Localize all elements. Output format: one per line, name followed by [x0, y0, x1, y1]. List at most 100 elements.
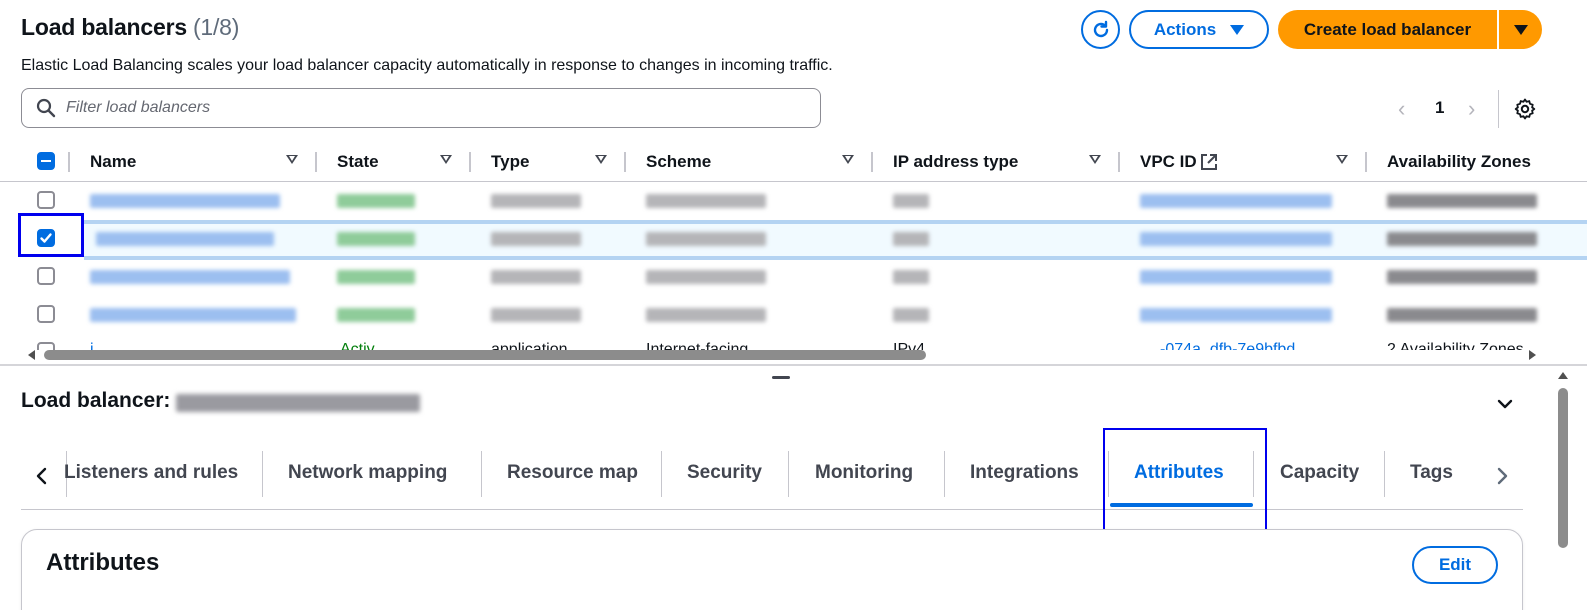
state-badge [337, 194, 415, 208]
tab-integrations[interactable]: Integrations [970, 462, 1079, 484]
sort-icon[interactable] [440, 155, 452, 164]
collapse-panel-button[interactable] [1494, 393, 1516, 415]
attributes-container [21, 529, 1523, 610]
edit-attributes-button[interactable]: Edit [1412, 546, 1498, 584]
vpc-id-link[interactable] [1140, 270, 1332, 284]
sort-icon[interactable] [595, 155, 607, 164]
tab-monitoring[interactable]: Monitoring [815, 462, 913, 484]
column-divider[interactable] [315, 152, 317, 172]
type-cell [491, 270, 581, 284]
vpc-id-link[interactable] [1140, 308, 1332, 322]
divider [1498, 90, 1499, 128]
tab-divider [481, 451, 482, 497]
tab-network-mapping[interactable]: Network mapping [288, 462, 447, 484]
column-header-name[interactable]: Name [90, 152, 136, 172]
split-panel-resize-handle[interactable] [772, 376, 790, 379]
type-cell [491, 194, 581, 208]
scroll-right-arrow[interactable] [1529, 350, 1536, 360]
tabs-scroll-right-button[interactable] [1490, 464, 1514, 488]
sort-icon[interactable] [842, 155, 854, 164]
create-options-dropdown-button[interactable] [1499, 10, 1542, 49]
table-header: Name State Type Scheme IP address type V… [0, 144, 1587, 182]
split-panel-divider [0, 364, 1587, 366]
actions-button[interactable]: Actions [1129, 10, 1269, 49]
table-row[interactable] [0, 296, 1587, 334]
load-balancer-name-link[interactable] [96, 232, 274, 246]
availability-zones-cell [1387, 194, 1537, 208]
row-checkbox[interactable] [37, 267, 55, 285]
tabs-scroll-left-button[interactable] [30, 464, 54, 488]
sort-icon[interactable] [1336, 155, 1348, 164]
ip-type-cell [893, 232, 929, 246]
chevron-down-icon [1497, 399, 1513, 409]
create-load-balancer-button[interactable]: Create load balancer [1278, 10, 1497, 49]
page-title: Load balancers (1/8) [21, 14, 239, 41]
column-divider[interactable] [1365, 152, 1367, 172]
type-cell [491, 308, 581, 322]
filter-input[interactable] [66, 99, 766, 117]
tab-resource-map[interactable]: Resource map [507, 462, 638, 484]
focus-ring-row-checkbox [18, 213, 84, 257]
current-page-number[interactable]: 1 [1435, 98, 1444, 118]
column-divider[interactable] [871, 152, 873, 172]
edit-button-label: Edit [1438, 555, 1472, 574]
focus-ring-attributes-tab [1103, 428, 1267, 533]
tab-tags[interactable]: Tags [1410, 462, 1453, 484]
table-preferences-button[interactable] [1513, 97, 1537, 121]
column-header-vpc-id[interactable]: VPC ID [1140, 152, 1197, 172]
sort-icon[interactable] [1089, 155, 1101, 164]
tab-divider [262, 451, 263, 497]
load-balancer-name-link[interactable] [90, 308, 296, 322]
tab-divider [944, 451, 945, 497]
chevron-left-icon[interactable]: ‹ [1398, 96, 1405, 122]
table-row[interactable] [0, 258, 1587, 296]
tab-divider [661, 451, 662, 497]
row-checkbox[interactable] [37, 305, 55, 323]
horizontal-scrollbar[interactable] [24, 348, 1540, 362]
refresh-icon [1093, 20, 1108, 37]
select-all-checkbox[interactable] [37, 152, 55, 170]
column-header-type[interactable]: Type [491, 152, 529, 172]
scrollbar-thumb[interactable] [1558, 388, 1568, 548]
ip-type-cell [893, 308, 929, 322]
table-row[interactable] [0, 182, 1587, 220]
load-balancer-name-link[interactable] [90, 194, 280, 208]
scroll-left-arrow[interactable] [28, 350, 35, 360]
external-link-icon[interactable] [1200, 153, 1218, 171]
details-title: Load balancer: [21, 389, 171, 412]
actions-button-label: Actions [1153, 19, 1217, 39]
ip-type-cell [893, 194, 929, 208]
tab-capacity[interactable]: Capacity [1280, 462, 1359, 484]
sort-icon[interactable] [286, 155, 298, 164]
selection-count: (1/8) [192, 14, 240, 40]
attributes-heading: Attributes [46, 549, 160, 576]
load-balancer-name-link[interactable] [90, 270, 290, 284]
ip-type-cell [893, 270, 929, 284]
scheme-cell [646, 194, 766, 208]
column-divider[interactable] [624, 152, 626, 172]
row-checkbox[interactable] [37, 191, 55, 209]
availability-zones-cell [1387, 232, 1537, 246]
tab-security[interactable]: Security [687, 462, 762, 484]
table-row-selected[interactable] [0, 220, 1587, 258]
load-balancers-panel: Load balancers (1/8) Elastic Load Balanci… [0, 0, 1587, 366]
caret-down-icon [1230, 24, 1245, 35]
column-divider[interactable] [1118, 152, 1120, 172]
vpc-id-link[interactable] [1140, 232, 1332, 246]
vpc-id-link[interactable] [1140, 194, 1332, 208]
tab-listeners-and-rules[interactable]: Listeners and rules [64, 462, 238, 484]
availability-zones-cell [1387, 308, 1537, 322]
chevron-right-icon[interactable]: › [1468, 96, 1475, 122]
scroll-up-arrow[interactable] [1558, 372, 1568, 379]
column-header-ip-address-type[interactable]: IP address type [893, 152, 1018, 172]
column-header-availability-zones[interactable]: Availability Zones [1387, 152, 1531, 172]
column-divider[interactable] [469, 152, 471, 172]
column-header-scheme[interactable]: Scheme [646, 152, 711, 172]
refresh-button[interactable] [1081, 10, 1120, 49]
scrollbar-thumb[interactable] [44, 350, 926, 360]
filter-load-balancers-field[interactable] [21, 88, 821, 128]
vertical-scrollbar[interactable] [1556, 366, 1570, 610]
chevron-right-icon [1497, 467, 1508, 485]
column-header-state[interactable]: State [337, 152, 379, 172]
state-badge [337, 232, 415, 246]
